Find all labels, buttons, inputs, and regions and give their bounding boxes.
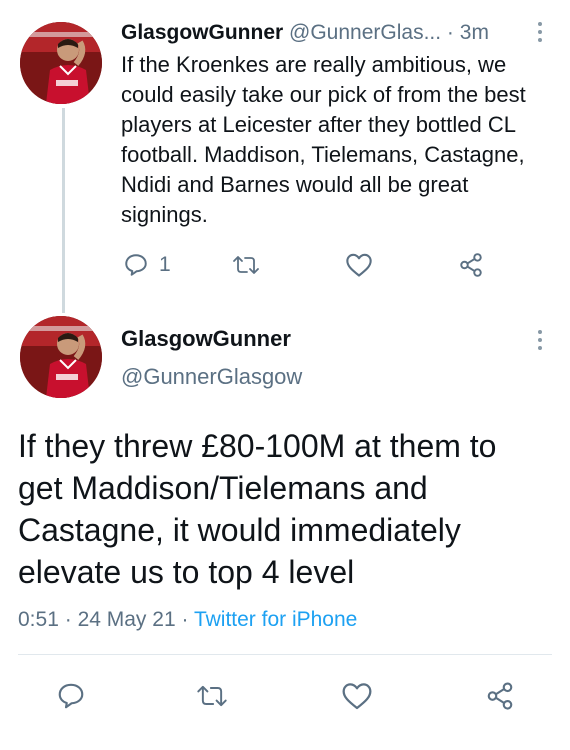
reply-count: 1 <box>159 253 171 276</box>
tweet-time: 0:51 <box>18 608 59 631</box>
more-options-icon[interactable] <box>535 330 545 350</box>
divider <box>18 654 552 655</box>
display-name[interactable]: GlasgowGunner <box>121 326 291 352</box>
tweet-text: If the Kroenkes are really ambitious, we… <box>121 52 526 227</box>
avatar[interactable] <box>20 316 102 398</box>
timestamp[interactable]: 3m <box>460 21 489 44</box>
more-options-icon[interactable] <box>535 22 545 42</box>
reply-header: GlasgowGunner @GunnerGlas... · 3m <box>121 18 531 48</box>
share-icon <box>487 682 513 710</box>
separator: · <box>64 608 72 631</box>
separator: · <box>181 608 189 631</box>
like-icon <box>342 683 372 710</box>
handle[interactable]: @GunnerGlas... <box>289 21 441 44</box>
tweet-meta: 0:51 · 24 May 21 · Twitter for iPhone <box>18 608 357 632</box>
share-icon <box>460 253 482 277</box>
reply-icon <box>58 683 84 709</box>
reply-button[interactable]: 1 <box>123 252 171 278</box>
handle[interactable]: @GunnerGlasgow <box>121 364 302 390</box>
tweet-date: 24 May 21 <box>77 608 176 631</box>
like-icon <box>346 253 372 277</box>
separator: · <box>446 21 454 44</box>
avatar-photo <box>20 316 102 398</box>
share-button[interactable] <box>484 681 516 711</box>
main-tweet-text: If they threw £80-100M at them to get Ma… <box>18 428 497 590</box>
display-name[interactable]: GlasgowGunner <box>121 21 283 44</box>
retweet-icon <box>233 256 259 274</box>
share-button[interactable] <box>457 252 485 278</box>
avatar[interactable] <box>20 22 102 104</box>
avatar-photo <box>20 22 102 104</box>
source-link[interactable]: Twitter for iPhone <box>194 608 357 631</box>
reply-button[interactable] <box>56 681 86 711</box>
like-button[interactable] <box>345 252 373 278</box>
retweet-icon <box>197 685 227 707</box>
reply-icon <box>125 254 147 276</box>
retweet-button[interactable] <box>196 681 228 711</box>
thread-line <box>62 108 65 313</box>
retweet-button[interactable] <box>232 252 260 278</box>
like-button[interactable] <box>341 681 373 711</box>
